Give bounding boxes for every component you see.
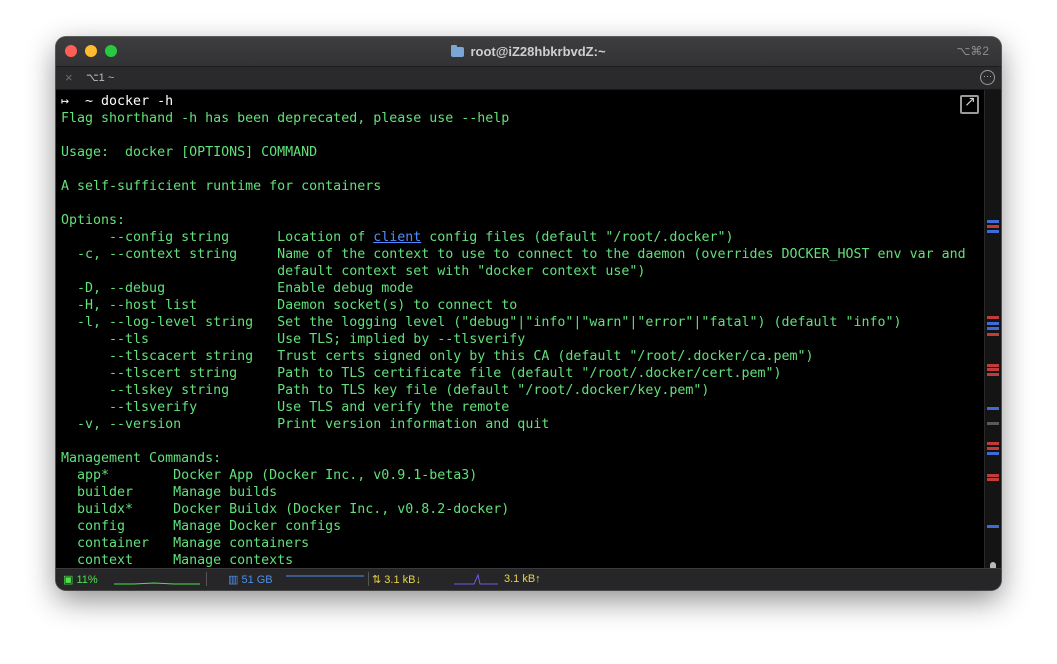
minimap-mark bbox=[987, 447, 999, 450]
memory-sparkline bbox=[286, 575, 364, 577]
option-config-line: --config string Location of client confi… bbox=[61, 229, 981, 246]
output-line: --tlscacert string Trust certs signed on… bbox=[61, 349, 814, 364]
minimap-scrollbar[interactable] bbox=[984, 90, 1001, 580]
tab-close-icon[interactable]: × bbox=[65, 70, 73, 85]
output-line: Usage: docker [OPTIONS] COMMAND bbox=[61, 145, 318, 160]
output-line: Options: bbox=[61, 213, 126, 228]
output-line: buildx* Docker Buildx (Docker Inc., v0.8… bbox=[61, 502, 510, 517]
output-line: --tlskey string Path to TLS key file (de… bbox=[61, 383, 710, 398]
network-up-status: 3.1 kB↑ bbox=[504, 573, 541, 585]
network-down-status: ⇅ 3.1 kB↓ bbox=[372, 574, 421, 586]
title-bar[interactable]: root@iZ28hbkrbvdZ:~ ⌥⌘2 bbox=[56, 37, 1001, 67]
network-sparkline bbox=[454, 573, 498, 585]
tab-bar: × ⌥1 ~ ··· bbox=[56, 67, 1001, 90]
status-separator bbox=[368, 572, 369, 586]
minimap-mark bbox=[987, 316, 999, 319]
minimap-mark bbox=[987, 368, 999, 371]
output-line: builder Manage builds bbox=[61, 485, 278, 500]
memory-status: ▥ 51 GB bbox=[228, 574, 273, 586]
output-line: container Manage containers bbox=[61, 536, 310, 551]
minimap-mark bbox=[987, 322, 999, 325]
minimap-mark bbox=[987, 474, 999, 477]
status-bar: ▣ 11% ▥ 51 GB ⇅ 3.1 kB↓ 3.1 kB↑ bbox=[56, 568, 1001, 590]
terminal-output[interactable]: ↦ ~ docker -h Flag shorthand -h has been… bbox=[61, 93, 981, 569]
minimap-mark bbox=[987, 230, 999, 233]
net-down-value: 3.1 kB↓ bbox=[384, 574, 421, 586]
output-line: -H, --host list Daemon socket(s) to conn… bbox=[61, 298, 518, 313]
output-line: Management Commands: bbox=[61, 451, 222, 466]
output-line: A self-sufficient runtime for containers bbox=[61, 179, 382, 194]
memory-value: 51 GB bbox=[241, 574, 273, 586]
output-line: -l, --log-level string Set the logging l… bbox=[61, 315, 902, 330]
window-title: root@iZ28hbkrbvdZ:~ bbox=[56, 44, 1001, 59]
output-line: default context set with "docker context… bbox=[61, 264, 646, 279]
tab-menu-icon[interactable]: ··· bbox=[980, 70, 995, 85]
output-line: -D, --debug Enable debug mode bbox=[61, 281, 414, 296]
cpu-value: 11% bbox=[76, 574, 98, 586]
prompt-symbol: ↦ ~ bbox=[61, 94, 94, 109]
minimap-mark bbox=[987, 364, 999, 367]
option-config-suffix: config files (default "/root/.docker") bbox=[421, 230, 734, 245]
client-link[interactable]: client bbox=[373, 230, 421, 245]
output-line: --tlscert string Path to TLS certificate… bbox=[61, 366, 782, 381]
output-line: app* Docker App (Docker Inc., v0.9.1-bet… bbox=[61, 468, 478, 483]
prompt-line: ↦ ~ docker -h bbox=[61, 93, 981, 110]
cpu-sparkline bbox=[114, 582, 200, 585]
tab-label[interactable]: ⌥1 ~ bbox=[86, 71, 114, 84]
terminal-window: root@iZ28hbkrbvdZ:~ ⌥⌘2 × ⌥1 ~ ··· ↦ ~ d… bbox=[56, 37, 1001, 590]
cpu-status: ▣ 11% bbox=[63, 574, 98, 586]
minimap-mark bbox=[987, 327, 999, 330]
status-separator bbox=[206, 572, 207, 586]
minimap-mark bbox=[987, 422, 999, 425]
output-line: Flag shorthand -h has been deprecated, p… bbox=[61, 111, 510, 126]
window-title-text: root@iZ28hbkrbvdZ:~ bbox=[470, 44, 606, 59]
output-line: context Manage contexts bbox=[61, 553, 294, 568]
output-line: -v, --version Print version information … bbox=[61, 417, 550, 432]
minimap-mark bbox=[987, 225, 999, 228]
minimap-mark bbox=[987, 407, 999, 410]
minimap-mark bbox=[987, 478, 999, 481]
command-text: docker -h bbox=[93, 94, 174, 109]
output-line: -c, --context string Name of the context… bbox=[61, 247, 966, 262]
window-shortcut: ⌥⌘2 bbox=[956, 44, 989, 58]
minimap-mark bbox=[987, 452, 999, 455]
minimap-mark bbox=[987, 220, 999, 223]
minimap-mark bbox=[987, 442, 999, 445]
minimap-mark bbox=[987, 525, 999, 528]
minimap-mark bbox=[987, 333, 999, 336]
folder-icon bbox=[451, 45, 465, 57]
output-line: --tlsverify Use TLS and verify the remot… bbox=[61, 400, 510, 415]
minimap-mark bbox=[987, 373, 999, 376]
export-icon[interactable] bbox=[960, 94, 979, 114]
option-config-prefix: --config string Location of bbox=[61, 230, 374, 245]
output-line: --tls Use TLS; implied by --tlsverify bbox=[61, 332, 526, 347]
output-line: config Manage Docker configs bbox=[61, 519, 342, 534]
